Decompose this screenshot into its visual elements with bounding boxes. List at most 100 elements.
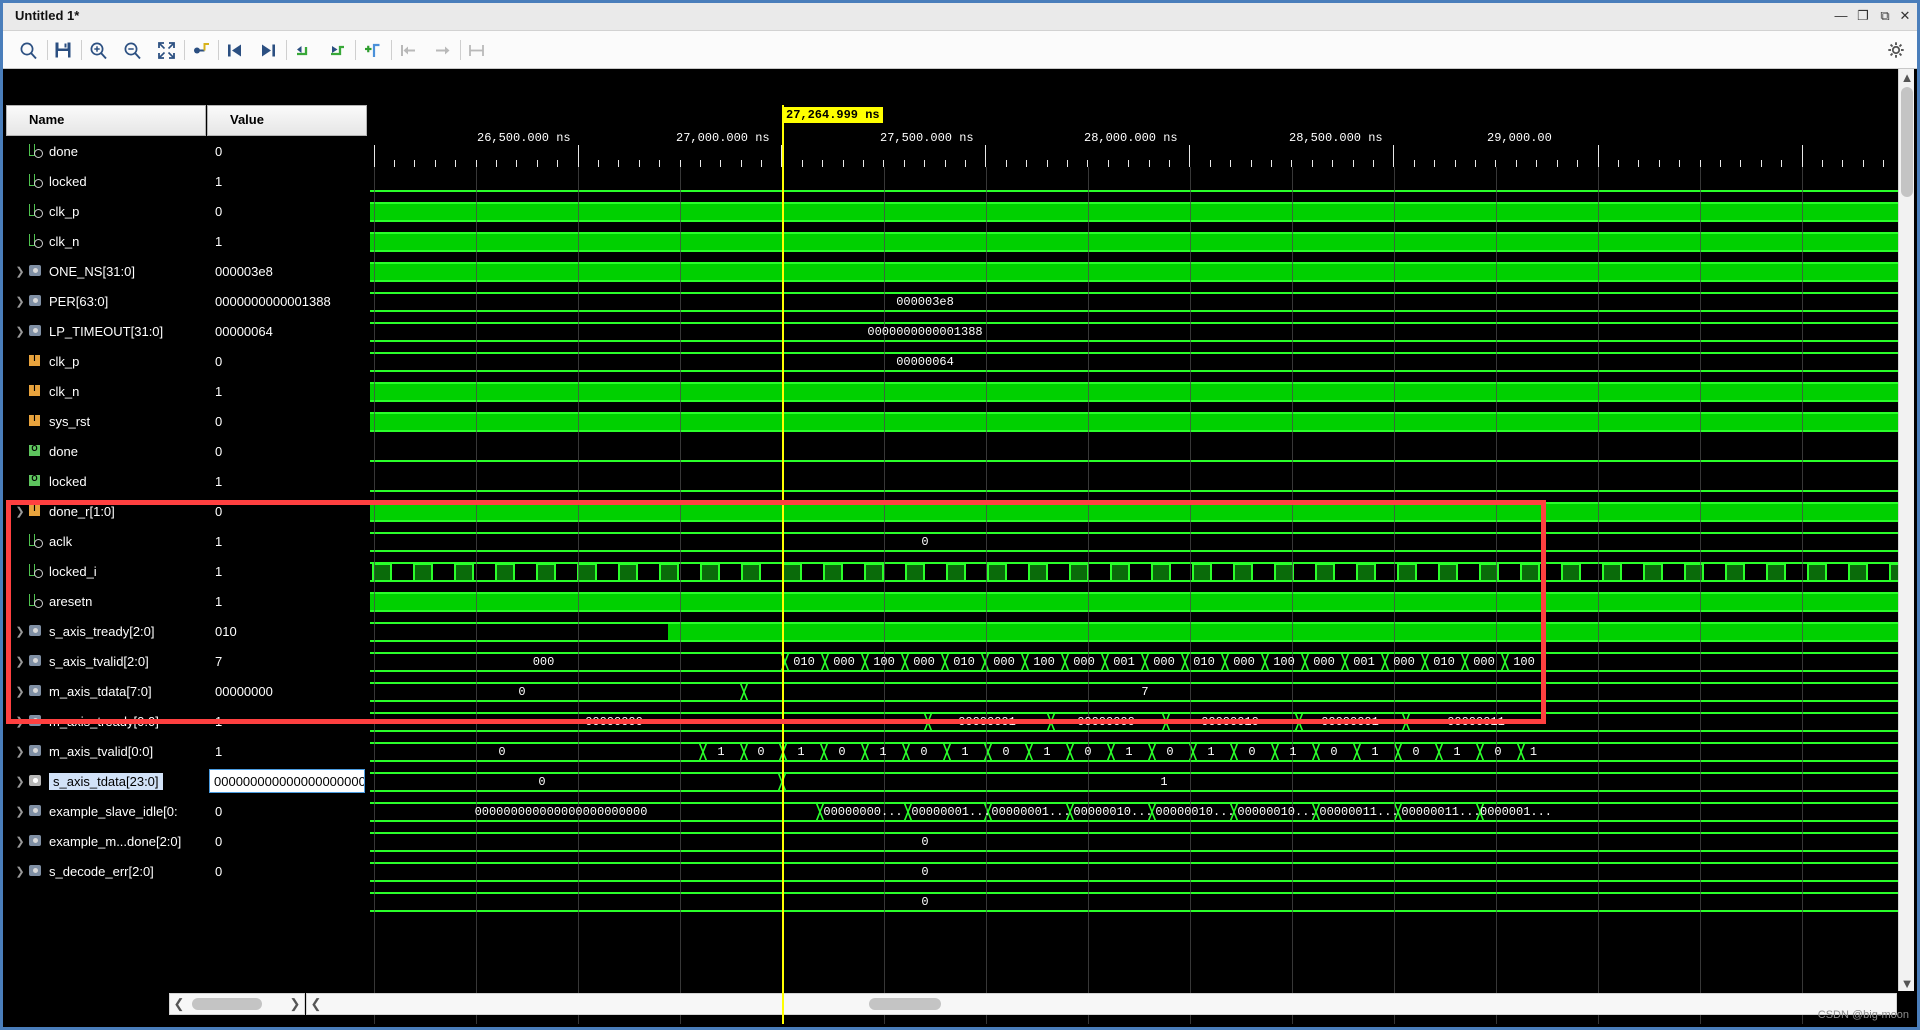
scroll-down-arrow[interactable]: ▼ bbox=[1899, 975, 1915, 991]
minimize-button[interactable]: — bbox=[1831, 7, 1851, 25]
signal-row-clk-p[interactable]: clk_p bbox=[6, 196, 206, 226]
waveform-rail bbox=[370, 580, 1899, 582]
scroll-thumb[interactable] bbox=[1901, 87, 1913, 197]
waveform-gridline bbox=[1394, 167, 1395, 1024]
signal-row-example-m-done-2-0-[interactable]: ❯ example_m...done[2:0] bbox=[6, 826, 206, 856]
ruler-tick bbox=[863, 160, 864, 167]
signal-row-locked[interactable]: locked bbox=[6, 166, 206, 196]
expand-chevron-icon[interactable]: ❯ bbox=[12, 805, 28, 818]
signal-row-s-axis-tvalid-2-0-[interactable]: ❯ s_axis_tvalid[2:0] bbox=[6, 646, 206, 676]
expand-chevron-icon[interactable]: ❯ bbox=[12, 715, 28, 728]
signal-row-s-axis-tready-2-0-[interactable]: ❯ s_axis_tready[2:0] bbox=[6, 616, 206, 646]
signal-row-locked-i[interactable]: locked_i bbox=[6, 556, 206, 586]
name-pane-hscrollbar[interactable]: ❮ ❯ bbox=[169, 993, 305, 1015]
signal-row-done[interactable]: done bbox=[6, 436, 206, 466]
zoom-fit-icon[interactable] bbox=[151, 35, 181, 65]
expand-chevron-icon[interactable]: ❯ bbox=[12, 505, 28, 518]
close-button[interactable]: ✕ bbox=[1895, 7, 1915, 25]
expand-chevron-icon[interactable]: ❯ bbox=[12, 775, 28, 788]
restore-button[interactable]: ⧉ bbox=[1875, 7, 1895, 25]
waveform-pane[interactable]: 26,500.000 ns 27,000.000 ns 27,500.000 ns 2… bbox=[370, 105, 1899, 1024]
expand-chevron-icon[interactable]: ❯ bbox=[12, 685, 28, 698]
gear-icon[interactable] bbox=[1883, 37, 1909, 63]
signal-row-example-slave-idle-0-[interactable]: ❯ example_slave_idle[0: bbox=[6, 796, 206, 826]
signal-row-locked[interactable]: locked bbox=[6, 466, 206, 496]
bus-value-label: 00000000 bbox=[1077, 715, 1135, 729]
clock-pulse bbox=[1561, 563, 1581, 582]
signal-row-m-axis-tready-0-0-[interactable]: ❯ m_axis_tready[0:0] bbox=[6, 706, 206, 736]
scroll-thumb[interactable] bbox=[192, 998, 262, 1010]
next-marker-icon[interactable] bbox=[322, 35, 352, 65]
next-transition-icon[interactable] bbox=[253, 35, 283, 65]
signal-value-text: 1 bbox=[215, 563, 223, 579]
expand-chevron-icon[interactable]: ❯ bbox=[12, 835, 28, 848]
column-header-name[interactable]: Name bbox=[6, 105, 206, 136]
signal-row-one-ns-31-0-[interactable]: ❯ ONE_NS[31:0] bbox=[6, 256, 206, 286]
signal-value-row: 1 bbox=[207, 466, 367, 496]
scroll-left-arrow[interactable]: ❮ bbox=[307, 994, 325, 1014]
waveform-rail bbox=[370, 892, 1899, 894]
zoom-out-icon[interactable] bbox=[117, 35, 147, 65]
goto-time-icon[interactable] bbox=[186, 35, 216, 65]
signal-row-s-decode-err-2-0-[interactable]: ❯ s_decode_err[2:0] bbox=[6, 856, 206, 886]
search-icon[interactable] bbox=[13, 35, 43, 65]
signal-name-label: sys_rst bbox=[49, 413, 91, 429]
signal-row-s-axis-tdata-23-0-[interactable]: ❯ s_axis_tdata[23:0] bbox=[6, 766, 206, 796]
signal-row-aresetn[interactable]: aresetn bbox=[6, 586, 206, 616]
signal-row-clk-n[interactable]: clk_n bbox=[6, 376, 206, 406]
waveform-gridline bbox=[1496, 167, 1497, 1024]
wave-pane-hscrollbar[interactable]: ❮ bbox=[306, 993, 1897, 1015]
signal-value-text: 0 bbox=[215, 353, 223, 369]
waveform-row: 0 bbox=[370, 827, 1899, 857]
ruler-tick bbox=[985, 145, 986, 167]
ruler-tick bbox=[1373, 160, 1374, 167]
expand-chevron-icon[interactable]: ❯ bbox=[12, 325, 28, 338]
scroll-left-arrow[interactable]: ❮ bbox=[170, 994, 188, 1014]
signal-name-label: m_axis_tvalid[0:0] bbox=[49, 743, 154, 759]
ruler-tick bbox=[1189, 145, 1190, 167]
expand-chevron-icon[interactable]: ❯ bbox=[12, 655, 28, 668]
previous-transition-icon[interactable] bbox=[219, 35, 249, 65]
scroll-up-arrow[interactable]: ▲ bbox=[1899, 69, 1915, 85]
scroll-right-arrow[interactable]: ❯ bbox=[286, 994, 304, 1014]
time-cursor-line[interactable] bbox=[782, 105, 784, 1024]
column-header-value[interactable]: Value bbox=[207, 105, 367, 136]
signal-row-clk-n[interactable]: clk_n bbox=[6, 226, 206, 256]
scroll-thumb[interactable] bbox=[869, 998, 941, 1010]
expand-chevron-icon[interactable]: ❯ bbox=[12, 625, 28, 638]
prev-divider-icon[interactable] bbox=[393, 35, 423, 65]
signal-row-done-r-1-0-[interactable]: ❯ done_r[1:0] bbox=[6, 496, 206, 526]
wave-pane-vscrollbar[interactable]: ▲ ▼ bbox=[1898, 69, 1914, 991]
maximize-button[interactable]: ❐ bbox=[1853, 7, 1873, 25]
signal-row-per-63-0-[interactable]: ❯ PER[63:0] bbox=[6, 286, 206, 316]
expand-chevron-icon[interactable]: ❯ bbox=[12, 295, 28, 308]
signal-row-m-axis-tvalid-0-0-[interactable]: ❯ m_axis_tvalid[0:0] bbox=[6, 736, 206, 766]
signal-row-done[interactable]: done bbox=[6, 136, 206, 166]
ruler-tick bbox=[1291, 160, 1292, 167]
signal-value-pane[interactable]: 0 1 0 1 000003e8 0000000000001388 00000064 0 1 0 0… bbox=[207, 136, 367, 1024]
zoom-in-icon[interactable] bbox=[83, 35, 113, 65]
signal-row-m-axis-tdata-7-0-[interactable]: ❯ m_axis_tdata[7:0] bbox=[6, 676, 206, 706]
signal-row-sys-rst[interactable]: sys_rst bbox=[6, 406, 206, 436]
clock-pulse bbox=[659, 563, 679, 582]
save-icon[interactable] bbox=[48, 35, 78, 65]
expand-chevron-icon[interactable]: ❯ bbox=[12, 265, 28, 278]
waveform-rail bbox=[370, 322, 1899, 324]
signal-row-lp-timeout-31-0-[interactable]: ❯ LP_TIMEOUT[31:0] bbox=[6, 316, 206, 346]
waveform-gridline bbox=[374, 167, 375, 1024]
signal-type-wire-out-icon bbox=[28, 174, 44, 188]
next-divider-icon[interactable] bbox=[427, 35, 457, 65]
bus-value-label: 0 bbox=[1412, 745, 1420, 759]
signal-name-pane[interactable]: done locked clk_p clk_n ❯ ONE_NS[31:0] ❯ PER[63… bbox=[6, 136, 206, 1024]
add-marker-icon[interactable] bbox=[357, 35, 387, 65]
bus-value-label: 00000001 bbox=[958, 715, 1016, 729]
previous-marker-icon[interactable] bbox=[288, 35, 318, 65]
signal-row-clk-p[interactable]: clk_p bbox=[6, 346, 206, 376]
bus-value-label: 1 bbox=[879, 745, 887, 759]
time-ruler[interactable]: 26,500.000 ns 27,000.000 ns 27,500.000 ns 2… bbox=[370, 105, 1899, 167]
expand-chevron-icon[interactable]: ❯ bbox=[12, 865, 28, 878]
waveform-rail bbox=[370, 400, 1899, 402]
signal-row-aclk[interactable]: aclk bbox=[6, 526, 206, 556]
expand-chevron-icon[interactable]: ❯ bbox=[12, 745, 28, 758]
measure-icon[interactable] bbox=[461, 35, 491, 65]
